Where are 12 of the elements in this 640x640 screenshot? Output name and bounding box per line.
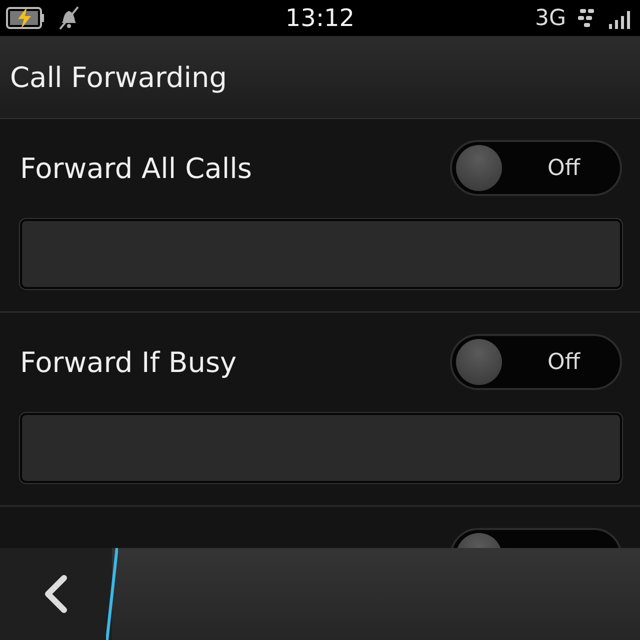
input-field[interactable] (20, 413, 622, 483)
clock-time: 13:12 (285, 4, 355, 32)
toggle-switch[interactable]: Off (450, 334, 622, 390)
setting-title: Forward If Busy (20, 346, 237, 378)
toggle-switch[interactable]: Off (450, 140, 622, 196)
battery-charging-icon (6, 6, 46, 30)
network-type: 3G (534, 6, 566, 30)
input-field[interactable] (20, 219, 622, 289)
screen-title: Call Forwarding (10, 60, 228, 94)
back-chevron-icon (43, 574, 69, 614)
back-button[interactable] (0, 548, 112, 640)
setting-title: Forward All Calls (20, 152, 252, 184)
